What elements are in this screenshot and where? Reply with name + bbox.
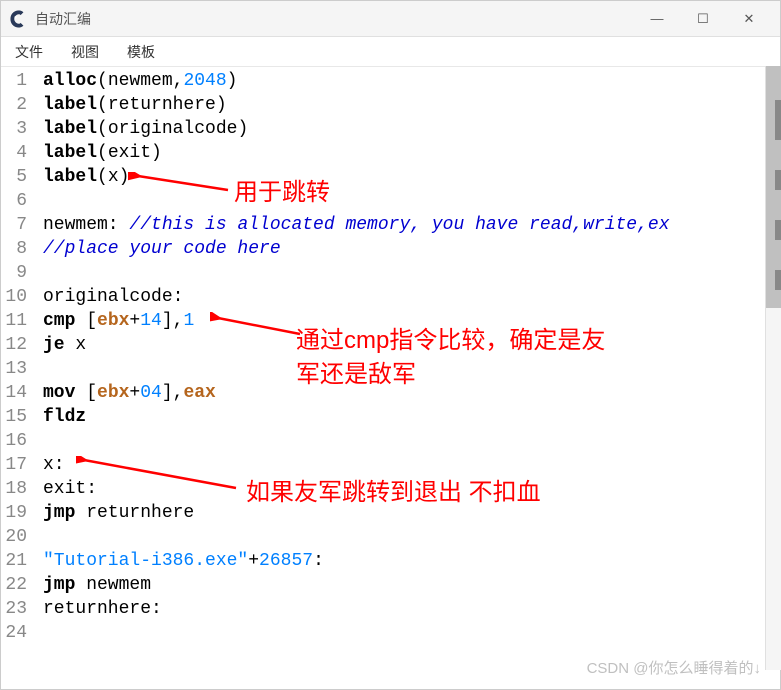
titlebar[interactable]: 自动汇编 — ☐ ✕ [1, 1, 780, 37]
code-content[interactable]: alloc(newmem,2048) [37, 69, 780, 93]
code-content[interactable]: exit: [37, 477, 780, 501]
line-number: 5 [1, 165, 31, 189]
line-number: 24 [1, 621, 31, 645]
close-button[interactable]: ✕ [726, 3, 772, 35]
window-title: 自动汇编 [35, 9, 634, 29]
code-line[interactable]: 12je x [1, 333, 780, 357]
line-number: 23 [1, 597, 31, 621]
menu-template[interactable]: 模板 [123, 40, 159, 64]
code-content[interactable]: "Tutorial-i386.exe"+26857: [37, 549, 780, 573]
line-number: 16 [1, 429, 31, 453]
line-number: 21 [1, 549, 31, 573]
code-line[interactable]: 15fldz [1, 405, 780, 429]
line-number: 20 [1, 525, 31, 549]
code-line[interactable]: 22jmp newmem [1, 573, 780, 597]
line-number: 19 [1, 501, 31, 525]
code-line[interactable]: 11cmp [ebx+14],1 [1, 309, 780, 333]
code-content[interactable]: //place your code here [37, 237, 780, 261]
line-number: 9 [1, 261, 31, 285]
menubar: 文件 视图 模板 [1, 37, 780, 67]
line-number: 14 [1, 381, 31, 405]
code-line[interactable]: 2label(returnhere) [1, 93, 780, 117]
code-content[interactable]: jmp newmem [37, 573, 780, 597]
code-content[interactable]: cmp [ebx+14],1 [37, 309, 780, 333]
code-content[interactable]: label(x) [37, 165, 780, 189]
line-number: 4 [1, 141, 31, 165]
code-line[interactable]: 23returnhere: [1, 597, 780, 621]
code-line[interactable]: 13 [1, 357, 780, 381]
code-content[interactable]: fldz [37, 405, 780, 429]
maximize-button[interactable]: ☐ [680, 3, 726, 35]
app-icon [9, 9, 29, 29]
code-line[interactable]: 19jmp returnhere [1, 501, 780, 525]
code-line[interactable]: 4label(exit) [1, 141, 780, 165]
line-number: 13 [1, 357, 31, 381]
line-number: 10 [1, 285, 31, 309]
side-marker [775, 270, 781, 290]
line-number: 15 [1, 405, 31, 429]
line-number: 2 [1, 93, 31, 117]
code-line[interactable]: 3label(originalcode) [1, 117, 780, 141]
line-number: 11 [1, 309, 31, 333]
code-line[interactable]: 9 [1, 261, 780, 285]
code-content[interactable]: x: [37, 453, 780, 477]
code-line[interactable]: 7newmem: //this is allocated memory, you… [1, 213, 780, 237]
code-line[interactable]: 6 [1, 189, 780, 213]
minimize-button[interactable]: — [634, 3, 680, 35]
line-number: 17 [1, 453, 31, 477]
code-line[interactable]: 17x: [1, 453, 780, 477]
line-number: 22 [1, 573, 31, 597]
code-line[interactable]: 18exit: [1, 477, 780, 501]
side-marker [775, 170, 781, 190]
code-line[interactable]: 10originalcode: [1, 285, 780, 309]
code-line[interactable]: 5label(x) [1, 165, 780, 189]
side-markers [775, 100, 781, 500]
code-content[interactable]: returnhere: [37, 597, 780, 621]
code-content[interactable]: label(originalcode) [37, 117, 780, 141]
code-content[interactable]: label(returnhere) [37, 93, 780, 117]
line-number: 6 [1, 189, 31, 213]
code-content[interactable]: mov [ebx+04],eax [37, 381, 780, 405]
line-number: 1 [1, 69, 31, 93]
app-window: 自动汇编 — ☐ ✕ 文件 视图 模板 1alloc(newmem,2048)2… [0, 0, 781, 690]
code-content[interactable]: originalcode: [37, 285, 780, 309]
line-number: 18 [1, 477, 31, 501]
line-number: 8 [1, 237, 31, 261]
code-content[interactable]: jmp returnhere [37, 501, 780, 525]
code-line[interactable]: 1alloc(newmem,2048) [1, 69, 780, 93]
editor-container: 1alloc(newmem,2048)2label(returnhere)3la… [1, 67, 780, 689]
code-content[interactable]: je x [37, 333, 780, 357]
menu-view[interactable]: 视图 [67, 40, 103, 64]
code-line[interactable]: 16 [1, 429, 780, 453]
code-editor[interactable]: 1alloc(newmem,2048)2label(returnhere)3la… [1, 67, 780, 689]
menu-file[interactable]: 文件 [11, 40, 47, 64]
line-number: 3 [1, 117, 31, 141]
code-content[interactable]: newmem: //this is allocated memory, you … [37, 213, 780, 237]
code-line[interactable]: 14mov [ebx+04],eax [1, 381, 780, 405]
code-line[interactable]: 8//place your code here [1, 237, 780, 261]
side-marker [775, 220, 781, 240]
window-controls: — ☐ ✕ [634, 3, 772, 35]
side-marker [775, 100, 781, 140]
code-line[interactable]: 21"Tutorial-i386.exe"+26857: [1, 549, 780, 573]
watermark: CSDN @你怎么睡得着的↓ [587, 657, 761, 678]
line-number: 7 [1, 213, 31, 237]
code-line[interactable]: 24 [1, 621, 780, 645]
line-number: 12 [1, 333, 31, 357]
code-line[interactable]: 20 [1, 525, 780, 549]
code-content[interactable]: label(exit) [37, 141, 780, 165]
